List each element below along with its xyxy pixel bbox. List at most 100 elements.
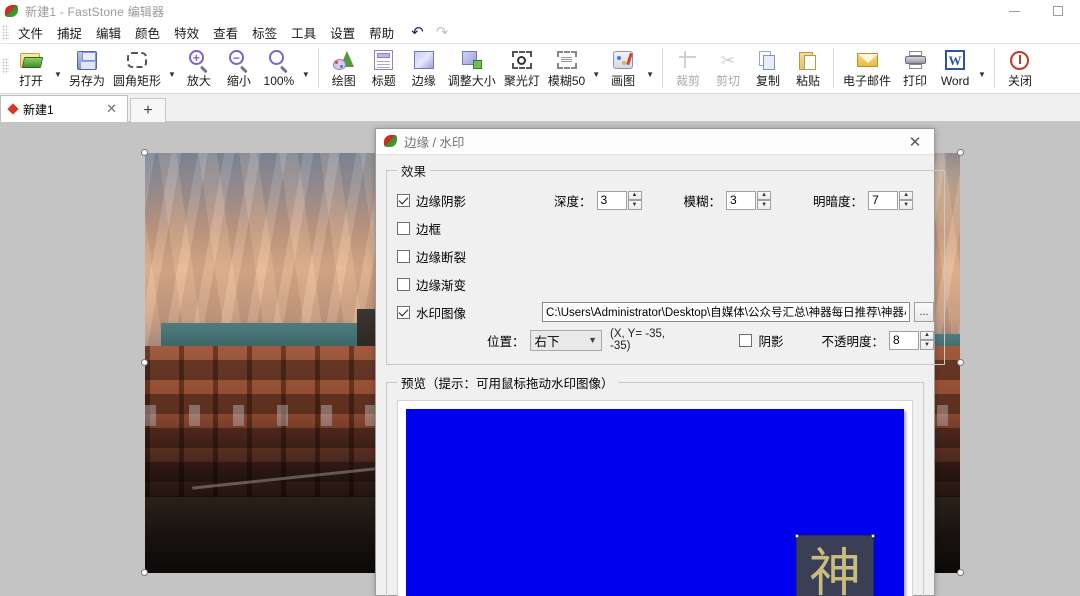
depth-spinner[interactable]: ▲▼ xyxy=(596,190,642,210)
brightness-down-icon[interactable]: ▼ xyxy=(899,200,914,210)
word-dropdown-caret-icon[interactable]: ▼ xyxy=(975,70,989,79)
blur-up-icon[interactable]: ▲ xyxy=(757,190,772,200)
selection-handle-top-left[interactable] xyxy=(141,149,148,156)
menu-view[interactable]: 查看 xyxy=(206,21,245,44)
close-power-icon xyxy=(1007,48,1033,72)
paint-dropdown-caret-icon[interactable]: ▼ xyxy=(643,70,657,79)
depth-label: 深度： xyxy=(554,194,592,209)
watermark-handle-top-left[interactable] xyxy=(795,534,799,538)
edge-shadow-row: 边缘阴影 深度： ▲▼ 模糊： ▲▼ 明暗度： ▲▼ xyxy=(397,186,934,214)
open-dropdown-caret-icon[interactable]: ▼ xyxy=(51,70,65,79)
toolbar-zoom-in-button[interactable]: + 放大 xyxy=(179,46,219,88)
menu-bar: 文件 捕捉 编辑 颜色 特效 查看 标签 工具 设置 帮助 ↶ ↷ xyxy=(0,22,1080,44)
toolbar-cut-button[interactable]: ✂ 剪切 xyxy=(708,46,748,89)
blur-down-icon[interactable]: ▼ xyxy=(757,200,772,210)
toolbar-email-button[interactable]: 电子邮件 xyxy=(839,46,895,88)
opacity-input[interactable] xyxy=(889,330,920,350)
toolbar-open-button[interactable]: 打开 xyxy=(11,46,51,88)
menu-color[interactable]: 颜色 xyxy=(128,21,167,44)
crop-icon xyxy=(675,48,701,72)
toolbar-zoom-100-button[interactable]: 100% xyxy=(259,46,299,88)
watermark-browse-button[interactable]: ... xyxy=(914,302,935,322)
menu-tags[interactable]: 标签 xyxy=(245,21,284,44)
selection-handle-middle-right[interactable] xyxy=(957,359,964,366)
edge-watermark-dialog: 边缘 / 水印 ✕ 效果 边缘阴影 深度： ▲▼ 模糊： xyxy=(375,128,946,596)
watermark-path-input[interactable] xyxy=(542,302,911,322)
modified-marker-icon xyxy=(7,103,19,115)
toolbar-resize-button[interactable]: 调整大小 xyxy=(444,46,500,88)
menu-help[interactable]: 帮助 xyxy=(362,21,401,44)
selection-handle-middle-left[interactable] xyxy=(141,359,148,366)
maximize-button[interactable] xyxy=(1036,0,1080,22)
tab-close-icon[interactable]: ✕ xyxy=(102,101,121,117)
toolbar-paint-button[interactable]: 画图 xyxy=(603,46,643,88)
selection-handle-bottom-right[interactable] xyxy=(957,569,964,576)
blur-input[interactable] xyxy=(726,190,757,210)
document-tab-bar: 新建1 ✕ + xyxy=(0,94,1080,122)
toolbar-print-button[interactable]: 打印 xyxy=(895,46,935,88)
dialog-title: 边缘 / 水印 xyxy=(404,136,465,150)
watermark-position-row: 位置： 右下 ▼ (X, Y= -35, -35) 阴影 不透明度： ▲▼ xyxy=(397,326,935,354)
fade-edge-checkbox[interactable] xyxy=(397,277,410,291)
brightness-up-icon[interactable]: ▲ xyxy=(899,190,914,200)
border-checkbox[interactable] xyxy=(397,221,410,235)
depth-down-icon[interactable]: ▼ xyxy=(627,200,642,210)
selection-handle-bottom-left[interactable] xyxy=(141,569,148,576)
toolbar-caption-button[interactable]: 标题 xyxy=(364,46,404,88)
toolbar-copy-button[interactable]: 复制 xyxy=(748,46,788,88)
brightness-spinner[interactable]: ▲▼ xyxy=(868,190,914,210)
tab-xinjian1[interactable]: 新建1 ✕ xyxy=(0,95,128,122)
toolbar-saveas-button[interactable]: 另存为 xyxy=(65,46,109,88)
opacity-up-icon[interactable]: ▲ xyxy=(920,330,935,340)
toolbar-separator-4 xyxy=(993,48,995,88)
brightness-input[interactable] xyxy=(868,190,899,210)
watermark-checkbox[interactable] xyxy=(397,305,410,319)
menu-settings[interactable]: 设置 xyxy=(323,21,362,44)
toolbar-drag-grip[interactable] xyxy=(2,58,9,74)
menu-file[interactable]: 文件 xyxy=(11,21,50,44)
preview-image[interactable]: 神 xyxy=(406,409,904,596)
preview-canvas[interactable]: 神 xyxy=(397,400,913,596)
new-tab-button[interactable]: + xyxy=(130,98,166,122)
paint-icon xyxy=(610,48,636,72)
minimize-button[interactable] xyxy=(992,0,1036,22)
edge-icon xyxy=(411,48,437,72)
toolbar-paste-button[interactable]: 粘贴 xyxy=(788,46,828,88)
toolbar-spotlight-button[interactable]: 聚光灯 xyxy=(500,46,544,88)
shape-dropdown-caret-icon[interactable]: ▼ xyxy=(165,70,179,79)
edge-shadow-checkbox[interactable] xyxy=(397,193,410,207)
toolbar-rounded-rect-button[interactable]: 圆角矩形 xyxy=(109,46,165,88)
selection-handle-top-right[interactable] xyxy=(957,149,964,156)
toolbar-close-button[interactable]: 关闭 xyxy=(1000,46,1040,88)
toolbar-word-button[interactable]: W Word xyxy=(935,46,975,88)
toolbar-crop-button[interactable]: 裁剪 xyxy=(668,46,708,88)
toolbar-spotlight-label: 聚光灯 xyxy=(503,74,540,88)
menu-capture[interactable]: 捕捉 xyxy=(50,21,89,44)
toolbar-edge-button[interactable]: 边缘 xyxy=(404,46,444,88)
menu-edit[interactable]: 编辑 xyxy=(89,21,128,44)
toolbar-print-label: 打印 xyxy=(903,74,928,88)
opacity-spinner[interactable]: ▲▼ xyxy=(889,330,935,350)
toolbar-draw-button[interactable]: 绘图 xyxy=(324,46,364,88)
blur-dropdown-caret-icon[interactable]: ▼ xyxy=(589,70,603,79)
depth-up-icon[interactable]: ▲ xyxy=(627,190,642,200)
zoom-out-icon: − xyxy=(226,48,252,73)
watermark-handle-top-right[interactable] xyxy=(871,534,875,538)
opacity-down-icon[interactable]: ▼ xyxy=(920,340,935,350)
menu-tools[interactable]: 工具 xyxy=(284,21,323,44)
zoom-dropdown-caret-icon[interactable]: ▼ xyxy=(299,70,313,79)
menu-drag-grip[interactable] xyxy=(2,24,9,41)
caption-icon xyxy=(371,48,397,72)
toolbar-blur-button[interactable]: 模糊50 xyxy=(544,46,589,88)
blur-spinner[interactable]: ▲▼ xyxy=(726,190,772,210)
position-select[interactable]: 右下 ▼ xyxy=(529,329,602,351)
torn-edge-checkbox[interactable] xyxy=(397,249,410,263)
toolbar-zoom-out-button[interactable]: − 缩小 xyxy=(219,46,259,88)
undo-icon[interactable]: ↶ xyxy=(411,25,424,40)
watermark-overlay[interactable]: 神 xyxy=(795,534,875,596)
depth-input[interactable] xyxy=(596,190,627,210)
watermark-shadow-checkbox[interactable] xyxy=(739,333,753,347)
menu-effects[interactable]: 特效 xyxy=(167,21,206,44)
redo-icon[interactable]: ↷ xyxy=(436,25,449,40)
dialog-close-button[interactable]: ✕ xyxy=(896,129,934,155)
